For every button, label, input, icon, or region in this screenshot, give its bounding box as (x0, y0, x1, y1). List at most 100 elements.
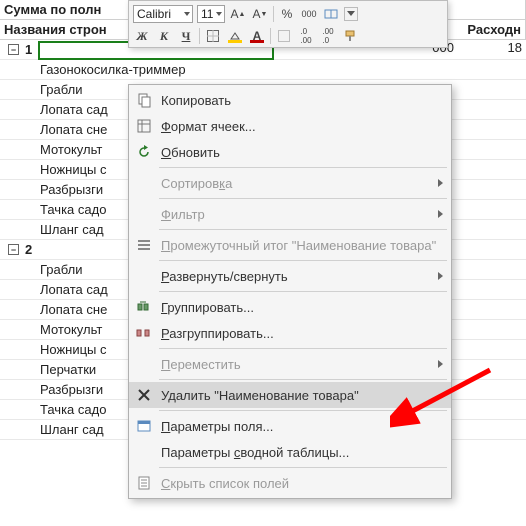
menu-item-label: Переместить (161, 357, 432, 372)
menu-item-label: Формат ячеек... (161, 119, 443, 134)
list-icon (133, 473, 155, 493)
pivot-item-label: Лопата сад (40, 102, 108, 117)
context-menu: Копировать Формат ячеек... Обновить Сортиро… (128, 84, 452, 499)
menu-item-label: Разгруппировать... (161, 326, 443, 341)
menu-item-label: Удалить "Наименование товара" (161, 388, 443, 403)
refresh-icon (133, 142, 155, 162)
menu-item: Переместить (129, 351, 451, 377)
menu-item[interactable]: Разгруппировать... (129, 320, 451, 346)
menu-separator (159, 348, 447, 349)
menu-item[interactable]: Обновить (129, 139, 451, 165)
mini-toolbar: Calibri 11 A▲ A▼ % 000 Ж К Ч A .0.00 .00… (128, 0, 448, 48)
pivot-item-label: Газонокосилка-триммер (40, 62, 186, 77)
font-name-value: Calibri (137, 6, 171, 22)
underline-icon[interactable]: Ч (177, 27, 195, 45)
menu-item-label: Параметры поля... (161, 419, 443, 434)
pivot-item-label: Ножницы с (40, 342, 107, 357)
menu-item-label: Развернуть/свернуть (161, 269, 432, 284)
menu-separator (159, 410, 447, 411)
font-name-combo[interactable]: Calibri (133, 5, 193, 23)
bold-icon[interactable]: Ж (133, 27, 151, 45)
blank-icon (133, 266, 155, 286)
fill-color-icon[interactable] (226, 27, 244, 45)
menu-item[interactable]: Удалить "Наименование товара" (129, 382, 451, 408)
blank-icon (133, 204, 155, 224)
pivot-item-label: Лопата сне (40, 302, 107, 317)
pivot-item-label: Шланг сад (40, 222, 104, 237)
format-icon (133, 116, 155, 136)
copy-icon (133, 90, 155, 110)
menu-separator (159, 467, 447, 468)
border-style-icon[interactable] (275, 27, 293, 45)
header-expense: Расходн (436, 20, 526, 39)
submenu-arrow-icon (438, 272, 443, 280)
pivot-item-label: Лопата сад (40, 282, 108, 297)
pivot-item-label: Мотокульт (40, 142, 102, 157)
pivot-item-label: Разбрызги (40, 182, 103, 197)
menu-item[interactable]: Развернуть/свернуть (129, 263, 451, 289)
pivot-item-label: Перчатки (40, 362, 96, 377)
increase-font-icon[interactable]: A▲ (229, 5, 247, 23)
font-size-combo[interactable]: 11 (197, 5, 225, 23)
menu-item: Сортировка (129, 170, 451, 196)
decrease-font-icon[interactable]: A▼ (251, 5, 269, 23)
menu-separator (159, 167, 447, 168)
pivot-item-label: Грабли (40, 262, 82, 277)
menu-item: Фильтр (129, 201, 451, 227)
font-size-value: 11 (201, 7, 213, 21)
ungroup-icon (133, 323, 155, 343)
menu-separator (159, 198, 447, 199)
blank-icon (133, 354, 155, 374)
pivot-item-label: Мотокульт (40, 322, 102, 337)
menu-item-label: Фильтр (161, 207, 432, 222)
menu-item[interactable]: Формат ячеек... (129, 113, 451, 139)
font-color-icon[interactable]: A (248, 27, 266, 45)
menu-separator (159, 229, 447, 230)
pivot-item-label: Ножницы с (40, 162, 107, 177)
percent-icon[interactable]: % (278, 5, 296, 23)
menu-item: Промежуточный итог "Наименование товара" (129, 232, 451, 258)
menu-item-label: Копировать (161, 93, 443, 108)
borders-icon[interactable] (204, 27, 222, 45)
menu-item: Скрыть список полей (129, 470, 451, 496)
pivot-item-label: Тачка садо (40, 402, 106, 417)
collapse-icon[interactable]: − (8, 44, 19, 55)
blank-icon (133, 442, 155, 462)
comma-style-icon[interactable]: 000 (300, 5, 318, 23)
merge-icon[interactable] (322, 5, 340, 23)
pivot-item[interactable]: Газонокосилка-триммер (0, 60, 526, 80)
submenu-arrow-icon (438, 210, 443, 218)
group-icon (133, 297, 155, 317)
menu-separator (159, 379, 447, 380)
partial-value-right: 18 (508, 40, 522, 55)
group-label: 2 (25, 242, 32, 257)
submenu-arrow-icon (438, 360, 443, 368)
menu-item[interactable]: Копировать (129, 87, 451, 113)
menu-item-label: Сортировка (161, 176, 432, 191)
menu-item[interactable]: Параметры сводной таблицы... (129, 439, 451, 465)
decrease-decimal-icon[interactable]: .00.0 (319, 27, 337, 45)
menu-item[interactable]: Параметры поля... (129, 413, 451, 439)
field-icon (133, 416, 155, 436)
submenu-arrow-icon (438, 179, 443, 187)
menu-separator (159, 260, 447, 261)
pivot-item-label: Шланг сад (40, 422, 104, 437)
subtotal-icon (133, 235, 155, 255)
menu-item-label: Параметры сводной таблицы... (161, 445, 443, 460)
group-label: 1 (25, 42, 32, 57)
menu-item-label: Группировать... (161, 300, 443, 315)
menu-item-label: Скрыть список полей (161, 476, 443, 491)
options-dropdown-icon[interactable] (344, 7, 358, 21)
menu-item[interactable]: Группировать... (129, 294, 451, 320)
blank-icon (133, 173, 155, 193)
italic-icon[interactable]: К (155, 27, 173, 45)
menu-item-label: Промежуточный итог "Наименование товара" (161, 238, 443, 253)
menu-item-label: Обновить (161, 145, 443, 160)
delete-icon (133, 385, 155, 405)
header-empty-2 (436, 0, 526, 19)
format-painter-icon[interactable] (341, 27, 359, 45)
pivot-item-label: Лопата сне (40, 122, 107, 137)
increase-decimal-icon[interactable]: .0.00 (297, 27, 315, 45)
pivot-item-label: Тачка садо (40, 202, 106, 217)
collapse-icon[interactable]: − (8, 244, 19, 255)
